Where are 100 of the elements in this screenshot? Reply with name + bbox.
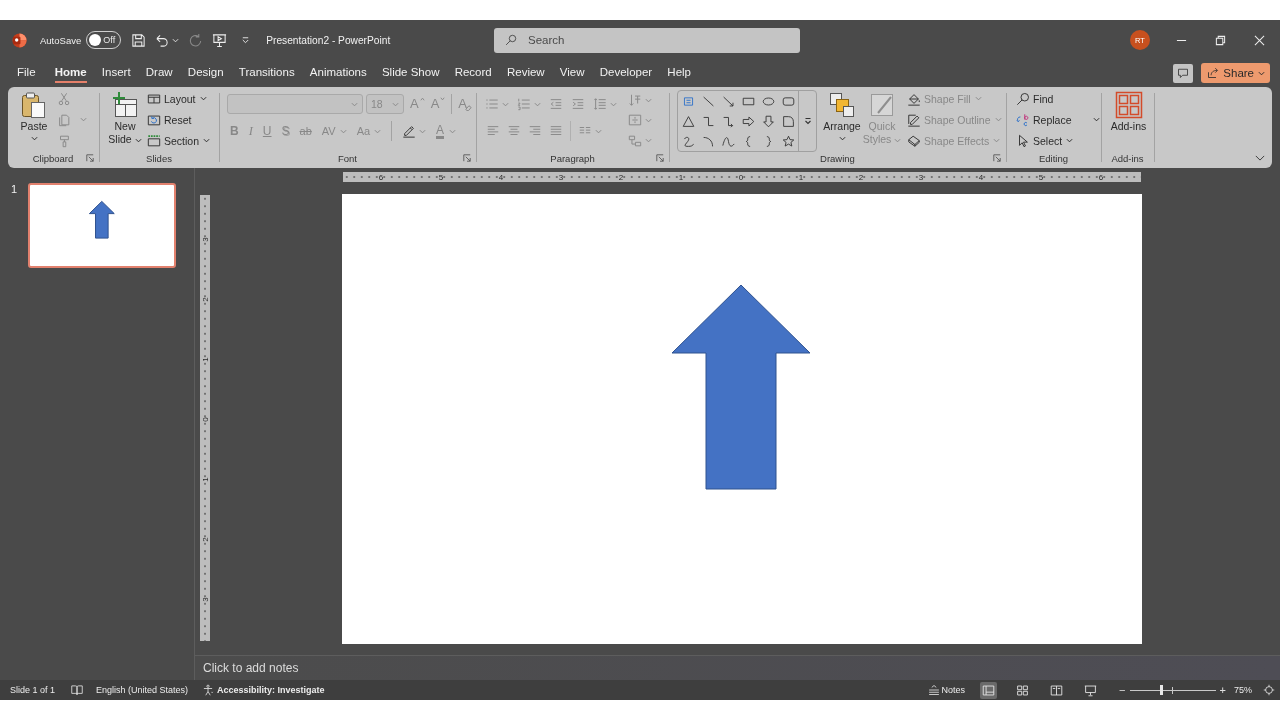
projector-screen-icon[interactable]	[212, 32, 228, 48]
ribbon-tab[interactable]: Review	[506, 63, 545, 83]
caret-icon	[339, 128, 347, 134]
notes-button[interactable]: Notes	[927, 684, 966, 696]
down-arrow-icon[interactable]	[761, 114, 775, 128]
ribbon-tab[interactable]: Transitions	[238, 63, 295, 83]
caret-icon	[203, 138, 211, 143]
ruler-number: 1	[677, 172, 685, 182]
crosshair-icon[interactable]	[1263, 684, 1275, 696]
dialog-launcher-icon[interactable]	[656, 154, 664, 162]
find-button[interactable]: Find	[1014, 88, 1102, 109]
eraser-icon	[465, 104, 472, 111]
ribbon-tab[interactable]: Record	[454, 63, 492, 83]
ribbon-tab[interactable]: Help	[667, 63, 691, 83]
restore-icon[interactable]	[1215, 34, 1226, 46]
dialog-launcher-icon[interactable]	[86, 154, 94, 162]
accessibility-status[interactable]: Accessibility: Investigate	[217, 685, 325, 695]
caret-icon	[419, 128, 427, 134]
caret-icon	[351, 101, 358, 107]
autosave-toggle[interactable]: Off	[86, 31, 122, 49]
replace-button[interactable]: Replace	[1014, 109, 1102, 130]
search-icon	[1016, 91, 1030, 106]
ribbon-tab[interactable]: File	[17, 63, 36, 83]
ribbon-tab[interactable]: Design	[187, 63, 224, 83]
cursor-arrow-icon	[1016, 133, 1030, 148]
slide-thumbnail[interactable]	[28, 183, 176, 268]
undo-icon[interactable]	[154, 32, 170, 48]
ruler-number: 1	[797, 172, 805, 182]
save-icon[interactable]	[131, 32, 147, 48]
tilted-block-icon	[907, 133, 921, 148]
accessibility-icon[interactable]	[202, 684, 215, 696]
caret-icon	[645, 118, 652, 123]
search-icon	[505, 33, 517, 46]
caret-icon	[838, 136, 846, 141]
caret-icon	[199, 96, 207, 101]
caret-icon	[1258, 70, 1265, 76]
zoom-level[interactable]: 75%	[1234, 685, 1252, 695]
book-icon[interactable]	[71, 684, 84, 696]
layout-button[interactable]: Layout	[145, 88, 213, 109]
reset-button[interactable]: Reset	[145, 109, 213, 130]
slide-counter: Slide 1 of 1	[10, 685, 56, 695]
arc-icon[interactable]	[701, 134, 715, 148]
right-arrow-icon[interactable]	[741, 114, 755, 128]
language-status[interactable]: English (United States)	[96, 685, 189, 695]
section-button[interactable]: Section	[145, 130, 213, 151]
share-button[interactable]: Share	[1201, 63, 1270, 83]
paste-button[interactable]: Paste	[18, 87, 50, 151]
dialog-launcher-icon[interactable]	[463, 154, 471, 162]
dialog-launcher-icon[interactable]	[993, 154, 1001, 162]
group-label: Font	[338, 152, 357, 164]
rounded-corner-shape-icon[interactable]	[781, 114, 795, 128]
select-button[interactable]: Select	[1014, 130, 1102, 151]
add-ins-button[interactable]: Add-ins	[1104, 87, 1153, 151]
caret-icon	[645, 138, 652, 144]
paint-bucket-icon	[907, 91, 921, 106]
search-field[interactable]: Search	[494, 27, 800, 53]
ribbon-tab[interactable]: Animations	[309, 63, 367, 83]
gallery-more-icon[interactable]	[803, 117, 812, 125]
elbow-arrow-connector-icon[interactable]	[721, 114, 735, 128]
ribbon-tab[interactable]: Draw	[145, 63, 173, 83]
normal-view-icon[interactable]	[980, 681, 998, 699]
ruler-number: 3	[200, 596, 210, 602]
zoom-in-button[interactable]: +	[1219, 685, 1226, 695]
close-icon[interactable]	[1254, 34, 1265, 46]
ruler-number: 5	[1037, 172, 1045, 182]
app-logo-icon	[12, 32, 27, 48]
notes-field[interactable]: Click to add notes	[195, 655, 1280, 680]
arrange-button[interactable]: Arrange	[822, 87, 862, 151]
comments-button[interactable]	[1173, 63, 1194, 83]
scribble-icon[interactable]	[681, 134, 695, 148]
caret-icon	[645, 97, 652, 103]
ribbon-tab[interactable]: Developer	[599, 63, 653, 83]
zoom-slider-thumb[interactable]	[1160, 685, 1164, 695]
share-icon	[1207, 67, 1220, 79]
group-label: Clipboard	[32, 152, 74, 164]
caret-icon	[534, 101, 541, 107]
ruler-number: 3	[917, 172, 925, 182]
notes-icon	[927, 684, 940, 696]
grid-icon	[1114, 91, 1143, 119]
ruler-number: 3	[557, 172, 565, 182]
collapse-ribbon-icon[interactable]	[1255, 155, 1265, 161]
arrow-line-icon[interactable]	[721, 94, 735, 108]
pencil-icon	[907, 112, 921, 127]
caret-icon	[374, 128, 382, 134]
caret-icon	[134, 137, 142, 143]
ribbon-tab[interactable]: Slide Show	[381, 63, 440, 83]
ruler-number: 4	[497, 172, 505, 182]
text-box-icon[interactable]	[681, 94, 695, 108]
triangle-icon[interactable]	[681, 114, 695, 128]
ruler-number: 6	[1097, 172, 1105, 182]
ribbon-tab[interactable]: View	[559, 63, 585, 83]
elbow-connector-icon[interactable]	[701, 114, 715, 128]
caret-icon	[1092, 117, 1100, 122]
star-icon[interactable]	[781, 134, 795, 148]
line-icon[interactable]	[701, 94, 715, 108]
customize-toolbar-icon[interactable]	[241, 36, 251, 44]
curve-icon[interactable]	[721, 134, 735, 148]
new-slide-button[interactable]: New Slide	[105, 87, 145, 151]
ribbon-tab[interactable]: Insert	[101, 63, 131, 83]
zoom-out-button[interactable]: −	[1119, 685, 1126, 695]
